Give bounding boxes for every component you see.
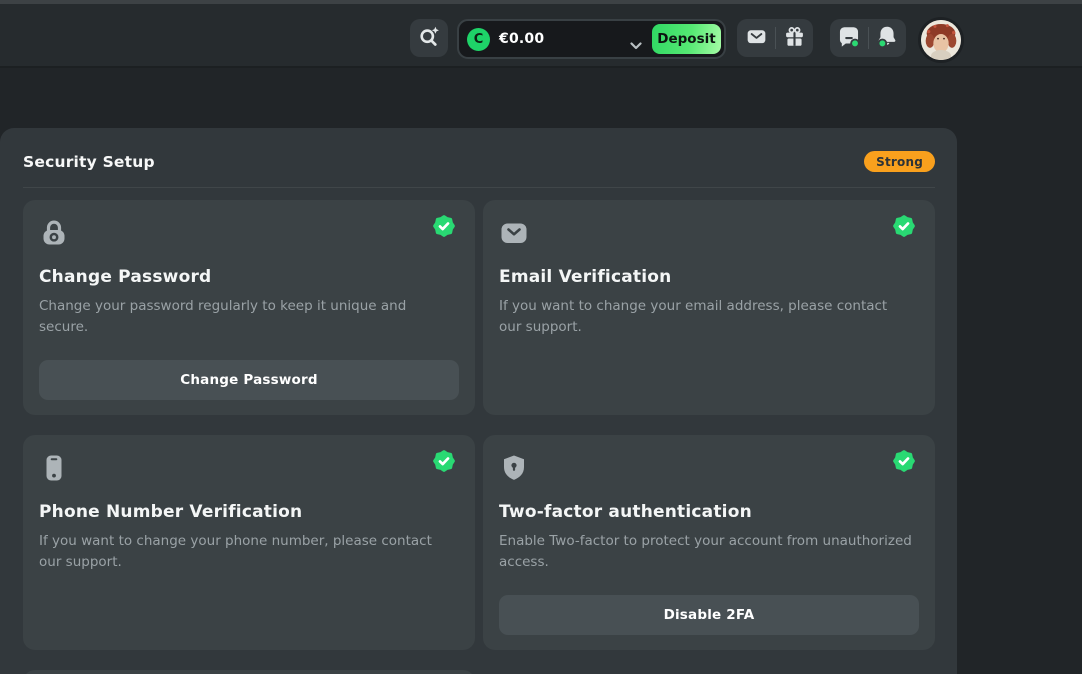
verified-check-icon (432, 449, 456, 473)
card-email-verification: Email Verification If you want to change… (483, 200, 935, 415)
wallet-balance-selector[interactable]: C €0.00 Deposit (457, 19, 726, 59)
shield-icon (499, 453, 919, 487)
card-title: Email Verification (499, 267, 919, 287)
change-password-button[interactable]: Change Password (39, 360, 459, 400)
verified-check-icon (432, 214, 456, 238)
password-strength-badge: Strong (864, 151, 935, 172)
mail-icon (745, 25, 768, 52)
card-description: Enable Two-factor to protect your accoun… (499, 531, 919, 573)
envelope-icon (499, 218, 919, 252)
verified-check-icon (892, 214, 916, 238)
search-icon (417, 24, 441, 52)
rewards-button[interactable] (775, 19, 813, 57)
card-phone-verification: Phone Number Verification If you want to… (23, 435, 475, 650)
inbox-button[interactable] (737, 19, 775, 57)
deposit-button[interactable]: Deposit (652, 24, 721, 54)
card-title: Change Password (39, 267, 459, 287)
panel-header: Security Setup Strong (23, 151, 935, 172)
search-button[interactable] (410, 19, 448, 57)
gift-icon (783, 25, 806, 52)
bell-icon (875, 24, 899, 52)
security-cards-grid: Change Password Change your password reg… (23, 200, 935, 674)
chat-button[interactable] (830, 19, 868, 57)
security-setup-panel: Security Setup Strong Change Password Ch… (0, 128, 957, 674)
mail-gift-group (737, 19, 813, 57)
card-description: If you want to change your email address… (499, 296, 919, 338)
card-description: Change your password regularly to keep i… (39, 296, 459, 338)
card-title: Two-factor authentication (499, 502, 919, 522)
user-avatar[interactable] (918, 17, 964, 63)
avatar-image (921, 20, 961, 60)
navbar: C €0.00 Deposit (0, 4, 1082, 68)
chat-notifications-group (830, 19, 906, 57)
card-description: If you want to change your phone number,… (39, 531, 459, 573)
notifications-button[interactable] (868, 19, 906, 57)
verified-check-icon (892, 449, 916, 473)
header-divider (23, 187, 935, 188)
card-title: Phone Number Verification (39, 502, 459, 522)
coin-icon: C (467, 28, 490, 51)
disable-2fa-button[interactable]: Disable 2FA (499, 595, 919, 635)
card-change-password: Change Password Change your password reg… (23, 200, 475, 415)
card-two-factor: Two-factor authentication Enable Two-fac… (483, 435, 935, 650)
card-partial (23, 670, 475, 674)
phone-icon (39, 453, 459, 487)
balance-amount: €0.00 (499, 31, 544, 47)
chevron-down-icon[interactable] (630, 35, 642, 54)
chat-icon (837, 24, 861, 52)
page-title: Security Setup (23, 153, 155, 171)
lock-icon (39, 218, 459, 252)
